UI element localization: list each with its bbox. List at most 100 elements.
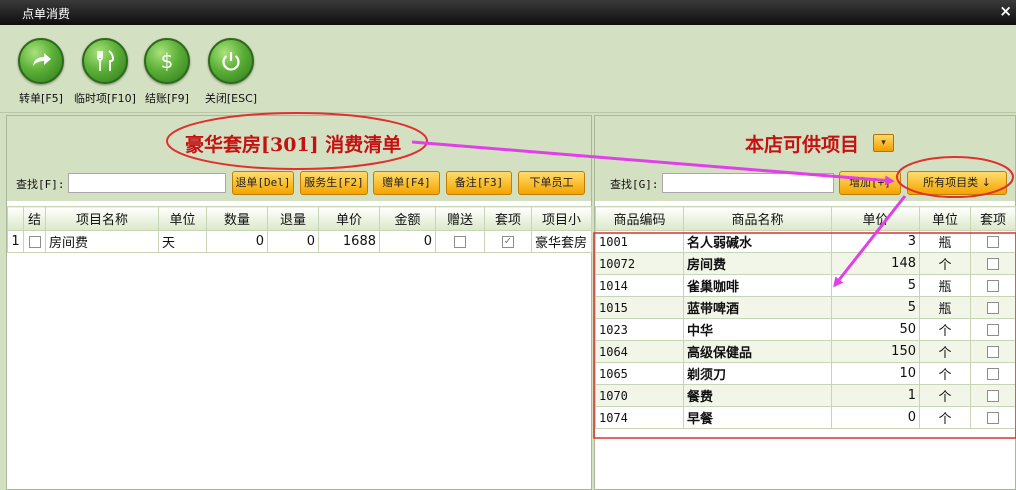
table-row[interactable]: 1065 剃须刀 10 个 [595,362,1016,385]
return-item-button[interactable]: 退单[Del] [232,171,294,195]
product-unit: 个 [919,384,971,407]
chevron-down-icon[interactable]: ▾ [873,134,894,152]
column-header[interactable]: 单位 [158,206,207,231]
catalog-table-header: 商品编码 商品名称 单价 单位 套项 [595,206,1016,231]
table-row[interactable]: 1014 雀巢咖啡 5 瓶 [595,274,1016,297]
table-row[interactable]: 1070 餐费 1 个 [595,384,1016,407]
product-unit: 个 [919,340,971,363]
column-header[interactable]: 项目小 [531,206,592,231]
category-filter-button[interactable]: 所有项目类 ↓ [907,171,1007,195]
set-item-checkbox[interactable] [987,389,999,402]
item-price: 1688 [318,230,380,253]
catalog-search-label: 查找[G]: [610,178,659,191]
power-icon [208,38,254,84]
close-window-button[interactable]: 关闭[ESC] [200,38,262,106]
product-unit: 瓶 [919,296,971,319]
temp-item-button[interactable]: 临时项[F10] [74,38,136,106]
column-header[interactable]: 项目名称 [45,206,159,231]
gift-checkbox[interactable] [454,235,466,248]
gift-item-button[interactable]: 赠单[F4] [373,171,440,195]
column-header[interactable]: 单价 [318,206,380,231]
set-item-checkbox[interactable] [987,323,999,336]
set-item-checkbox[interactable] [987,367,999,380]
svg-text:$: $ [161,49,174,73]
product-price: 10 [831,362,920,385]
product-code: 1014 [595,274,684,297]
table-row[interactable]: 1064 高级保健品 150 个 [595,340,1016,363]
bill-header: 豪华套房[301] 消费清单 查找[F]: 退单[Del] 服务生[F2] 赠单… [7,116,591,201]
table-row[interactable]: 1015 蓝带啤酒 5 瓶 [595,296,1016,319]
column-header[interactable]: 金额 [379,206,436,231]
item-subtotal: 豪华套房 [531,230,592,253]
set-item-checkbox[interactable] [987,257,999,270]
transfer-label: 转单[F5] [19,92,63,105]
catalog-search-input[interactable] [662,173,834,193]
add-item-button[interactable]: 增加[+] [839,171,901,195]
bill-search-input[interactable] [68,173,226,193]
product-unit: 瓶 [919,274,971,297]
product-name: 早餐 [683,406,832,429]
table-row[interactable]: 1074 早餐 0 个 [595,406,1016,429]
table-row[interactable]: 10072 房间费 148 个 [595,252,1016,275]
checkout-button[interactable]: $ 结账[F9] [136,38,198,106]
product-code: 1023 [595,318,684,341]
note-button[interactable]: 备注[F3] [446,171,512,195]
product-price: 148 [831,252,920,275]
column-header[interactable]: 数量 [206,206,268,231]
window-titlebar: 点单消费 × [0,0,1016,25]
close-window-label: 关闭[ESC] [204,92,258,105]
product-name: 雀巢咖啡 [683,274,832,297]
product-unit: 个 [919,318,971,341]
product-price: 3 [831,230,920,253]
product-price: 5 [831,296,920,319]
close-icon[interactable]: × [999,2,1012,20]
table-row[interactable]: 1001 名人弱碱水 3 瓶 [595,230,1016,253]
column-header[interactable]: 商品编码 [595,206,684,231]
set-item-checkbox[interactable] [987,345,999,358]
transfer-arrow-icon [18,38,64,84]
column-header[interactable]: 赠送 [435,206,485,231]
column-header[interactable]: 商品名称 [683,206,832,231]
set-item-checkbox[interactable] [987,235,999,248]
set-item-checkbox[interactable] [987,411,999,424]
transfer-button[interactable]: 转单[F5] [10,38,72,106]
bill-title: 豪华套房[301] 消费清单 [185,134,402,156]
bill-table: 结 项目名称 单位 数量 退量 单价 金额 赠送 套项 项目小 1 房间费 天 … [7,206,592,253]
product-code: 1064 [595,340,684,363]
set-item-checkbox: ✓ [502,235,514,248]
product-code: 1001 [595,230,684,253]
column-header[interactable]: 退量 [267,206,319,231]
toolbar: 转单[F5] 临时项[F10] $ 结账[F9] 关闭[ESC] [0,25,1016,113]
item-returned: 0 [267,230,319,253]
table-row[interactable]: 1023 中华 50 个 [595,318,1016,341]
column-header[interactable]: 单价 [831,206,920,231]
column-header[interactable]: 套项 [484,206,532,231]
product-unit: 个 [919,362,971,385]
product-price: 5 [831,274,920,297]
catalog-title: 本店可供项目 [745,134,860,156]
product-unit: 个 [919,252,971,275]
product-code: 1070 [595,384,684,407]
set-item-checkbox[interactable] [987,301,999,314]
product-price: 50 [831,318,920,341]
column-header[interactable]: 单位 [919,206,971,231]
item-qty[interactable]: 0 [206,230,268,253]
catalog-table: 商品编码 商品名称 单价 单位 套项 1001 名人弱碱水 3 瓶 10072 … [595,206,1016,429]
product-name: 名人弱碱水 [683,230,832,253]
set-item-checkbox[interactable] [987,279,999,292]
column-header[interactable]: 结 [23,206,46,231]
product-unit: 瓶 [919,230,971,253]
bill-search-label: 查找[F]: [16,178,65,191]
product-code: 1074 [595,406,684,429]
product-price: 0 [831,406,920,429]
waiter-button[interactable]: 服务生[F2] [300,171,368,195]
product-price: 1 [831,384,920,407]
settled-checkbox[interactable] [28,235,41,248]
table-row[interactable]: 1 房间费 天 0 0 1688 0 ✓ 豪华套房 [7,230,592,253]
item-name: 房间费 [45,230,159,253]
column-header[interactable]: 套项 [970,206,1016,231]
product-code: 1015 [595,296,684,319]
catalog-header: 本店可供项目 ▾ 查找[G]: 增加[+] 所有项目类 ↓ [595,116,1015,201]
product-price: 150 [831,340,920,363]
order-staff-button[interactable]: 下单员工 [518,171,585,195]
